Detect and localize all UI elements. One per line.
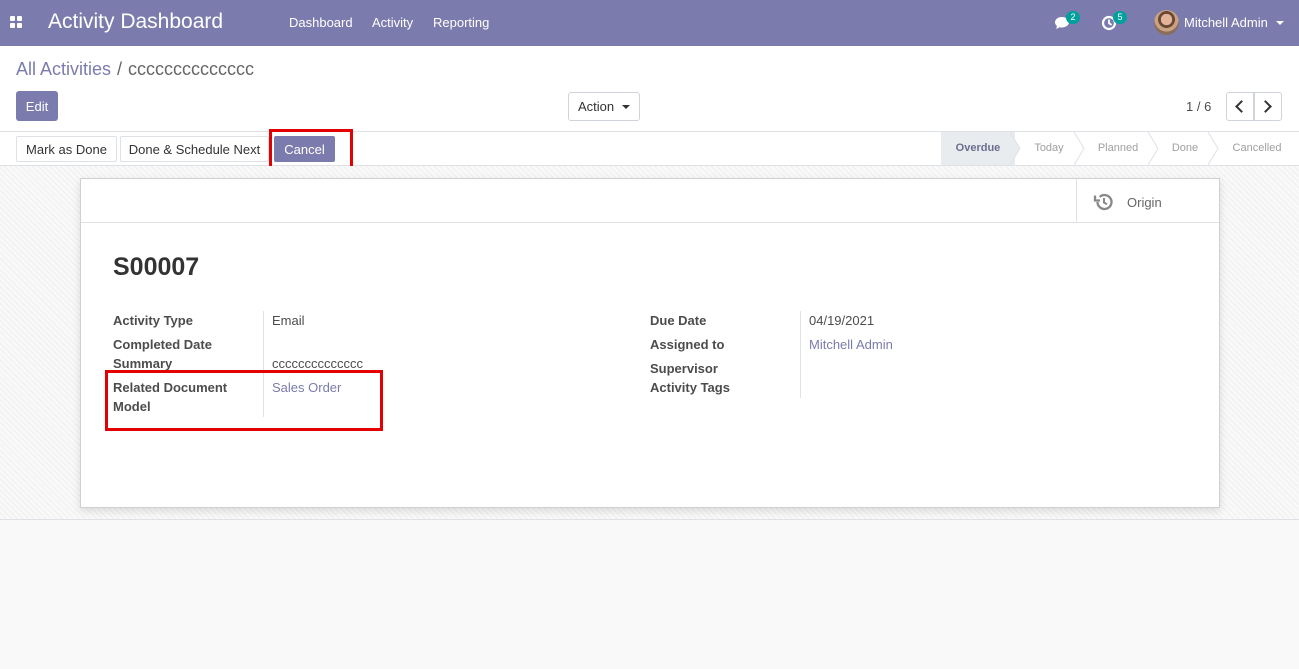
activity-type-label: Activity Type [113,313,193,328]
record-title: S00007 [113,253,200,281]
edit-button[interactable]: Edit [16,91,58,121]
completed-date-label: Completed Date [113,337,212,352]
messages-button[interactable]: 2 [1054,11,1080,33]
stage-done[interactable]: Done [1160,132,1210,165]
field-divider [263,311,264,417]
related-document-model-label: Related Document Model [113,380,228,414]
action-caret-icon [622,105,630,109]
history-icon [1093,193,1113,211]
breadcrumb-all-activities[interactable]: All Activities [16,59,111,79]
stage-arrow [1208,132,1219,165]
stage-arrow [1010,132,1021,165]
user-menu-caret-icon[interactable] [1276,21,1284,25]
due-date-label: Due Date [650,313,707,328]
stage-arrow [1148,132,1159,165]
pager-previous-button[interactable] [1226,92,1254,121]
stage-today[interactable]: Today [1022,132,1076,165]
control-panel: All Activities / cccccccccccccc Edit Actio… [0,46,1299,132]
menu-reporting[interactable]: Reporting [433,15,489,30]
summary-value: cccccccccccccc [272,356,363,371]
action-label: Action [578,99,615,114]
stage-cancelled[interactable]: Cancelled [1222,132,1292,165]
stage-arrow [1074,132,1085,165]
user-menu[interactable]: Mitchell Admin [1184,15,1268,30]
due-date-value: 04/19/2021 [809,313,875,328]
menu-dashboard[interactable]: Dashboard [289,15,353,30]
activities-button[interactable]: 5 [1101,11,1127,33]
activity-type-value: Email [272,313,305,328]
origin-smart-button[interactable]: Origin [1076,179,1219,223]
stage-overdue[interactable]: Overdue [941,132,1015,165]
form-statusbar: Mark as Done Done & Schedule Next Cancel… [0,132,1299,166]
supervisor-label: Supervisor [650,361,718,376]
assigned-to-label: Assigned to [650,337,725,352]
breadcrumb-current: cccccccccccccc [128,59,255,79]
activity-tags-label: Activity Tags [650,380,730,395]
apps-menu-icon[interactable] [10,16,22,28]
pager-value[interactable]: 1 / 6 [1186,99,1211,114]
form-sheet: Origin S00007 Activity Type Email Comple… [80,178,1220,508]
user-avatar[interactable] [1154,10,1179,35]
chevron-right-icon [1259,100,1272,113]
menu-activity[interactable]: Activity [372,15,413,30]
mark-as-done-button[interactable]: Mark as Done [16,136,117,162]
smart-button-box: Origin [81,179,1219,223]
cancel-button[interactable]: Cancel [274,136,335,162]
related-document-model-link[interactable]: Sales Order [272,378,341,397]
top-navbar: Activity Dashboard Dashboard Activity Re… [0,0,1299,46]
summary-label: Summary [113,356,173,371]
messages-badge: 2 [1066,11,1080,24]
chevron-left-icon [1235,100,1248,113]
app-title[interactable]: Activity Dashboard [48,10,223,34]
origin-label: Origin [1127,195,1162,210]
activities-badge: 5 [1113,11,1127,24]
breadcrumb-separator: / [117,59,123,79]
assigned-to-link[interactable]: Mitchell Admin [809,335,893,354]
done-schedule-next-button[interactable]: Done & Schedule Next [120,136,269,162]
pager-next-button[interactable] [1254,92,1282,121]
action-dropdown[interactable]: Action [568,92,640,121]
field-divider [800,311,801,398]
breadcrumb: All Activities / cccccccccccccc [16,59,254,80]
stage-planned[interactable]: Planned [1086,132,1150,165]
